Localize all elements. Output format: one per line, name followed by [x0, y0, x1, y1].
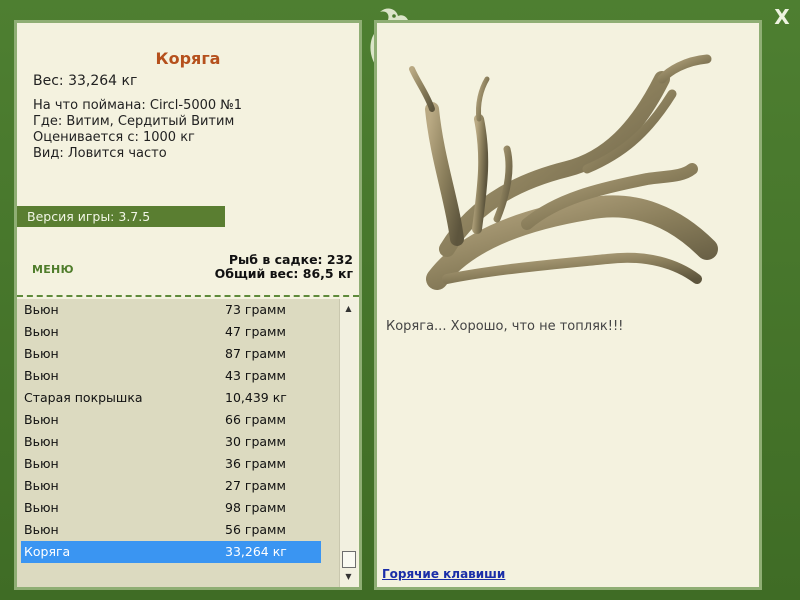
- version-bar: Версия игры: 3.7.5: [17, 206, 225, 227]
- menu-button[interactable]: МЕНЮ: [32, 263, 74, 276]
- item-title: Коряга: [155, 49, 221, 68]
- close-icon[interactable]: X: [772, 6, 792, 28]
- game-window-frame: X Коряга Вес: 33,264 кг На что поймана: …: [0, 0, 800, 600]
- catch-item-weight: 33,264 кг: [225, 544, 287, 559]
- hotkeys-link[interactable]: Горячие клавиши: [382, 567, 505, 581]
- catch-list[interactable]: Вьюн 73 грамм Вьюн 47 грамм Вьюн 87 грамм Вьюн…: [17, 299, 339, 587]
- keepnet-stats: Рыб в садке: 232 Общий вес: 86,5 кг: [215, 253, 353, 281]
- catch-list-item[interactable]: Вьюн 73 грамм: [21, 299, 321, 321]
- scroll-up-arrow-icon[interactable]: ▲: [340, 302, 357, 316]
- catch-item-name: Вьюн: [24, 500, 59, 515]
- catch-item-name: Вьюн: [24, 346, 59, 361]
- catch-list-item[interactable]: Вьюн 66 грамм: [21, 409, 321, 431]
- location-text: Где: Витим, Сердитый Витим: [33, 114, 235, 129]
- catch-item-name: Старая покрышка: [24, 390, 143, 405]
- catch-item-name: Коряга: [24, 544, 71, 559]
- catch-item-name: Вьюн: [24, 478, 59, 493]
- frequency-text: Вид: Ловится часто: [33, 146, 167, 161]
- catch-list-item[interactable]: Вьюн 98 грамм: [21, 497, 321, 519]
- catch-list-item[interactable]: Вьюн 87 грамм: [21, 343, 321, 365]
- item-preview-panel: Коряга... Хорошо, что не топляк!!! Горяч…: [374, 20, 762, 590]
- valued-from-text: Оценивается с: 1000 кг: [33, 130, 195, 145]
- item-details: На что поймана: Circl-5000 №1 Где: Витим…: [33, 98, 242, 162]
- catch-item-weight: 27 грамм: [225, 478, 286, 493]
- catch-item-name: Вьюн: [24, 368, 59, 383]
- catch-item-name: Вьюн: [24, 324, 59, 339]
- catch-list-item[interactable]: Вьюн 43 грамм: [21, 365, 321, 387]
- catch-list-item[interactable]: Старая покрышка 10,439 кг: [21, 387, 321, 409]
- catch-item-weight: 56 грамм: [225, 522, 286, 537]
- caught-with-text: На что поймана: Circl-5000 №1: [33, 98, 243, 113]
- catch-list-item[interactable]: Вьюн 30 грамм: [21, 431, 321, 453]
- catch-item-weight: 87 грамм: [225, 346, 286, 361]
- driftwood-image: [409, 54, 718, 290]
- scrollbar-thumb[interactable]: [342, 551, 356, 568]
- catch-item-name: Вьюн: [24, 434, 59, 449]
- fish-count: Рыб в садке: 232: [228, 252, 353, 267]
- catch-list-item[interactable]: Вьюн 27 грамм: [21, 475, 321, 497]
- catch-item-weight: 66 грамм: [225, 412, 286, 427]
- item-info-panel: Коряга Вес: 33,264 кг На что поймана: Ci…: [14, 20, 362, 590]
- catch-item-name: Вьюн: [24, 302, 59, 317]
- catch-item-weight: 36 грамм: [225, 456, 286, 471]
- catch-item-name: Вьюн: [24, 456, 59, 471]
- catch-list-item[interactable]: Вьюн 56 грамм: [21, 519, 321, 541]
- scroll-down-arrow-icon[interactable]: ▼: [340, 570, 357, 584]
- catch-item-weight: 47 грамм: [225, 324, 286, 339]
- divider: [17, 295, 359, 297]
- catch-item-name: Вьюн: [24, 522, 59, 537]
- item-weight: Вес: 33,264 кг: [33, 73, 138, 89]
- catch-item-weight: 30 грамм: [225, 434, 286, 449]
- catch-list-item[interactable]: Вьюн 47 грамм: [21, 321, 321, 343]
- total-weight: Общий вес: 86,5 кг: [214, 266, 353, 281]
- catch-list-item[interactable]: Вьюн 36 грамм: [21, 453, 321, 475]
- catch-item-weight: 43 грамм: [225, 368, 286, 383]
- catch-item-weight: 10,439 кг: [225, 390, 287, 405]
- item-description: Коряга... Хорошо, что не топляк!!!: [386, 319, 624, 334]
- catch-list-scrollbar[interactable]: ▲ ▼: [339, 299, 357, 587]
- catch-item-weight: 98 грамм: [225, 500, 286, 515]
- catch-list-item[interactable]: Коряга 33,264 кг: [21, 541, 321, 563]
- catch-item-name: Вьюн: [24, 412, 59, 427]
- catch-item-weight: 73 грамм: [225, 302, 286, 317]
